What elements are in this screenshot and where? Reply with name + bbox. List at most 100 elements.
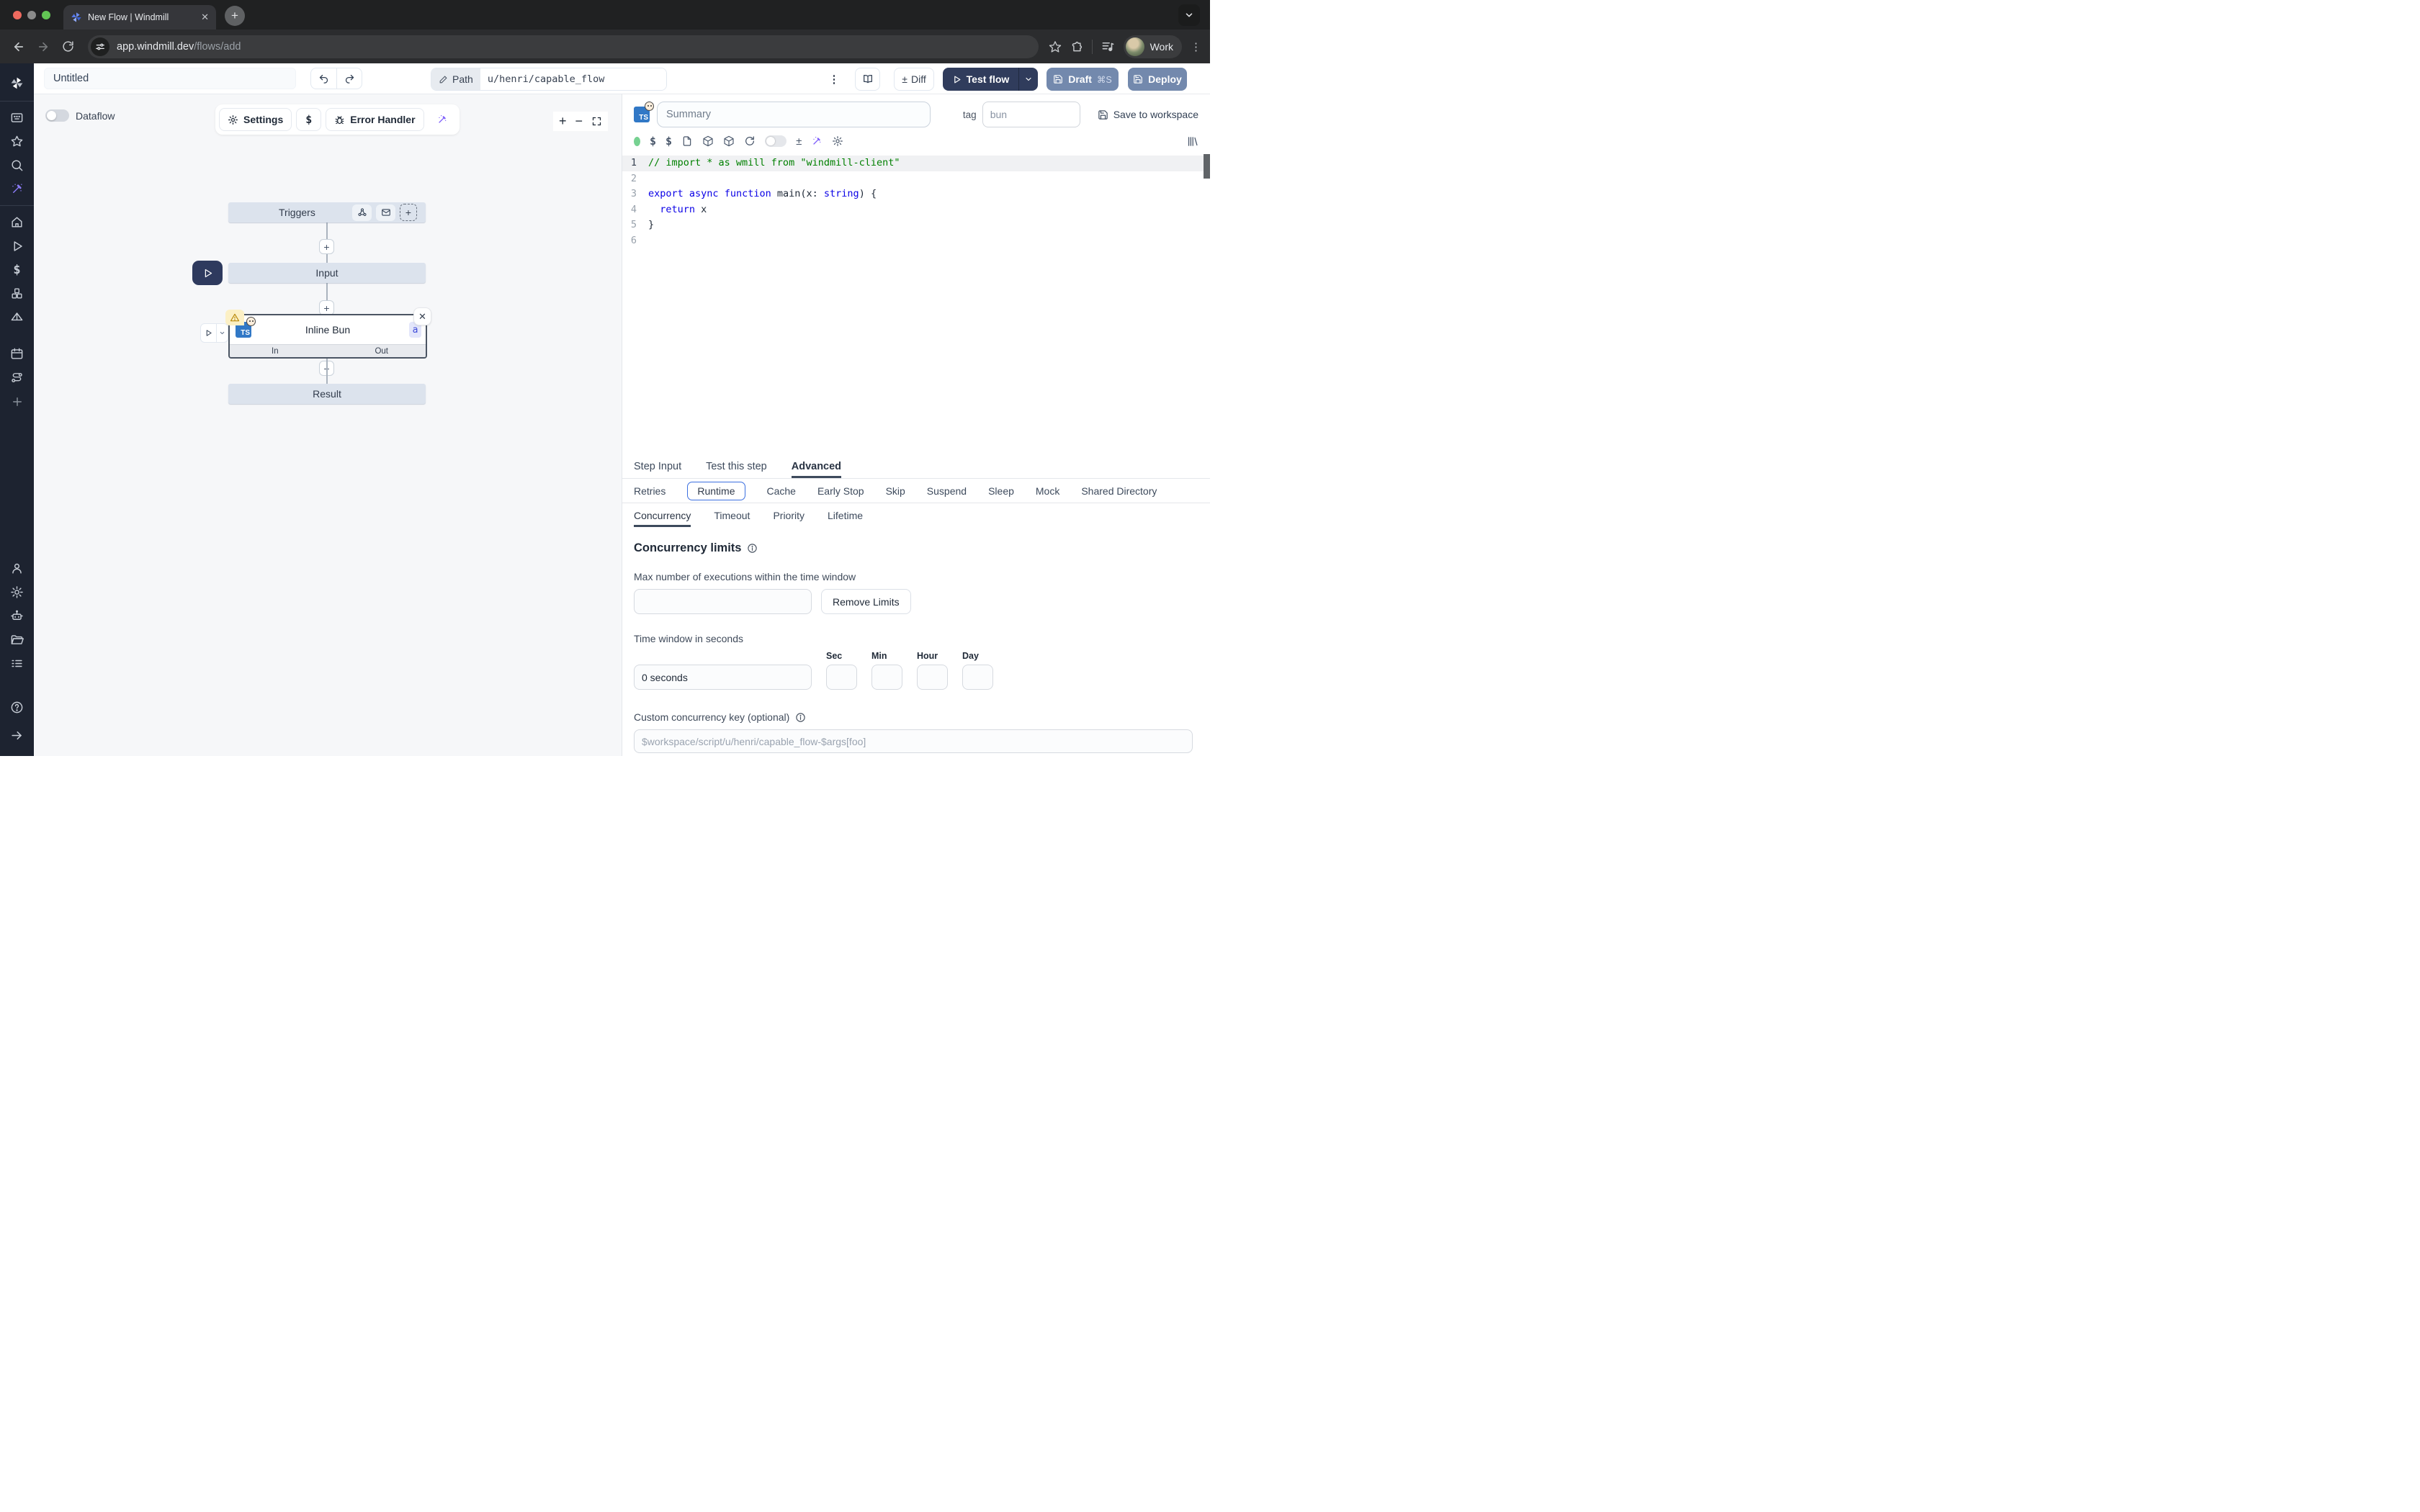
address-bar[interactable]: app.windmill.dev/flows/add [88,35,1039,58]
reload-button[interactable] [58,37,78,57]
redo-button[interactable] [336,68,362,89]
save-draft-button[interactable]: Draft ⌘S [1047,68,1119,91]
sidebar-item-home[interactable] [0,210,34,234]
back-button[interactable] [9,37,29,57]
sidebar-item-schedules[interactable] [0,342,34,366]
run-step-button[interactable] [201,324,217,342]
add-step-button[interactable]: + [319,239,334,254]
custom-concurrency-key-input[interactable] [634,729,1193,753]
script-file-icon[interactable] [681,135,693,147]
tab-cache[interactable]: Cache [767,485,796,497]
save-to-workspace-button[interactable]: Save to workspace [1098,109,1198,120]
tab-sleep[interactable]: Sleep [988,485,1014,497]
path-input[interactable] [480,68,666,90]
sidebar-item-workers[interactable] [0,604,34,628]
flow-name-input[interactable] [44,68,296,89]
sidebar-item-triggers[interactable] [0,305,34,329]
dataflow-toggle[interactable] [45,109,69,122]
package-icon[interactable] [702,135,714,147]
sidebar-item-variables[interactable]: $ [0,258,34,282]
library-icon[interactable] [1186,135,1198,148]
tab-shared-directory[interactable]: Shared Directory [1081,485,1157,497]
step-in-label[interactable]: In [272,347,279,356]
site-settings-icon[interactable] [91,37,109,56]
sidebar-item-ai-wand[interactable] [0,177,34,201]
undo-button[interactable] [310,68,336,89]
webhook-trigger-button[interactable] [352,204,372,221]
run-flow-from-input-button[interactable] [192,261,223,285]
tab-concurrency[interactable]: Concurrency [634,503,691,527]
flow-variables-button[interactable]: $ [296,108,321,131]
editor-scrollbar[interactable] [1204,154,1210,179]
code-line[interactable]: 2 [622,171,1210,187]
tab-early-stop[interactable]: Early Stop [817,485,864,497]
code-line[interactable]: 5} [622,217,1210,233]
sidebar-item-resources[interactable] [0,282,34,305]
deploy-button[interactable]: Deploy [1128,68,1187,91]
summary-input[interactable] [657,102,931,127]
tab-test-this-step[interactable]: Test this step [706,454,767,478]
remove-limits-button[interactable]: Remove Limits [821,589,911,614]
day-input[interactable] [962,665,993,690]
profile-button[interactable]: Work [1124,35,1182,58]
sidebar-item-apps[interactable] [0,106,34,130]
reload-icon[interactable] [744,135,756,147]
add-step-button[interactable]: + [319,300,334,315]
extensions-icon[interactable] [1070,40,1083,53]
tab-search-button[interactable] [1178,4,1200,26]
sec-input[interactable] [826,665,857,690]
media-controls-icon[interactable] [1101,40,1115,53]
flow-canvas[interactable]: Dataflow Settings $ Error Handler [34,94,622,756]
tab-lifetime[interactable]: Lifetime [828,503,863,527]
package-icon[interactable] [723,135,735,147]
code-line[interactable]: 3export async function main(x: string) { [622,186,1210,202]
input-node[interactable]: Input [228,263,426,283]
sidebar-item-runs[interactable] [0,234,34,258]
minimize-window-button[interactable] [27,11,36,19]
browser-menu-button[interactable]: ⋮ [1191,40,1201,53]
sidebar-item-favorites[interactable] [0,130,34,153]
tab-mock[interactable]: Mock [1036,485,1059,497]
docs-button[interactable] [855,68,880,91]
triggers-node[interactable]: Triggers + [228,202,426,222]
code-editor[interactable]: 1// import * as wmill from "windmill-cli… [622,152,1210,454]
tab-suspend[interactable]: Suspend [927,485,967,497]
sidebar-item-help[interactable] [0,696,34,719]
info-icon[interactable] [747,543,758,554]
window-controls[interactable] [13,11,50,19]
sidebar-item-create[interactable] [0,390,34,413]
forward-button[interactable] [33,37,53,57]
run-step-split-button[interactable] [200,323,228,343]
fullscreen-icon[interactable] [591,116,602,127]
tag-input[interactable] [982,102,1080,127]
info-icon[interactable] [795,712,806,723]
zoom-in-button[interactable]: + [559,114,567,129]
browser-tab[interactable]: New Flow | Windmill ✕ [63,5,216,30]
tab-step-input[interactable]: Step Input [634,454,681,478]
tab-runtime[interactable]: Runtime [687,482,745,500]
variable-picker-icon[interactable]: $ [650,135,656,148]
resource-picker-icon[interactable]: $ [666,135,672,148]
run-step-options-button[interactable] [217,324,228,342]
zoom-window-button[interactable] [42,11,50,19]
diff-button[interactable]: ± Diff [894,68,934,91]
editor-settings-icon[interactable] [832,135,843,147]
email-trigger-button[interactable] [376,204,395,221]
assistant-toggle[interactable] [765,135,786,147]
path-field[interactable]: Path [431,68,667,91]
flow-settings-button[interactable]: Settings [219,108,292,131]
tab-close-icon[interactable]: ✕ [201,12,209,23]
sidebar-item-folders[interactable] [0,628,34,652]
new-tab-button[interactable]: + [225,6,245,26]
sidebar-item-search[interactable] [0,153,34,177]
add-trigger-button[interactable]: + [400,204,417,221]
bookmark-star-icon[interactable] [1049,40,1062,53]
sidebar-expand-button[interactable] [0,724,34,747]
step-node-inline-bun[interactable]: TS Inline Bun a In Out [228,314,427,359]
tab-retries[interactable]: Retries [634,485,666,497]
test-flow-button[interactable]: Test flow [943,68,1038,91]
ai-wand-icon[interactable] [811,135,823,147]
sidebar-item-user[interactable] [0,557,34,580]
zoom-out-button[interactable]: − [575,114,583,129]
sidebar-item-settings[interactable] [0,580,34,604]
